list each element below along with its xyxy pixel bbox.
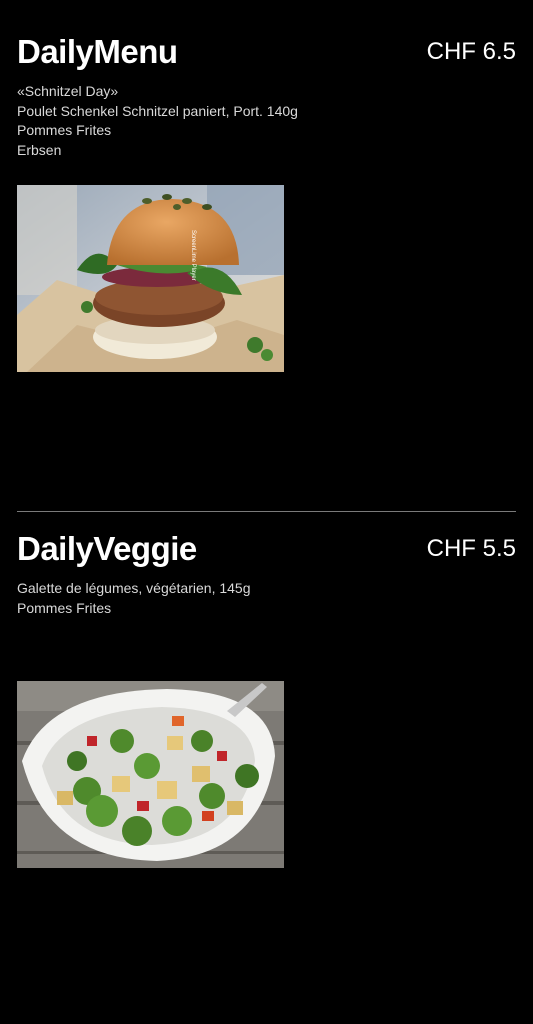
daily-menu-line: Erbsen [17,141,62,158]
daily-menu-header: DailyMenu CHF 6.5 [17,30,516,78]
watermark-text: ScreenLime Player [190,230,196,281]
daily-menu-description: «Schnitzel Day» Poulet Schenkel Schnitze… [17,82,516,160]
daily-menu-title: DailyMenu [17,33,178,70]
digital-menu-board: DailyMenu CHF 6.5 «Schnitzel Day» Poulet… [0,0,533,1024]
daily-menu-price: CHF 6.5 [426,38,516,65]
daily-veggie-price: CHF 5.5 [426,535,516,562]
daily-menu-line: «Schnitzel Day» [17,83,119,99]
vegetable-bowl-photo [17,681,284,868]
burger-photo: ScreenLime Player [17,185,284,372]
daily-menu-section: DailyMenu CHF 6.5 «Schnitzel Day» Poulet… [17,30,516,160]
daily-menu-line: Poulet Schenkel Schnitzel paniert, Port.… [17,102,298,119]
daily-veggie-line: Galette de légumes, végétarien, 145g [17,580,251,596]
daily-veggie-line: Pommes Frites [17,599,112,616]
daily-menu-line: Pommes Frites [17,122,112,138]
daily-veggie-title: DailyVeggie [17,530,197,567]
daily-veggie-section: DailyVeggie CHF 5.5 Galette de légumes, … [17,527,516,618]
daily-veggie-header: DailyVeggie CHF 5.5 [17,527,516,575]
daily-veggie-description: Galette de légumes, végétarien, 145g Pom… [17,579,516,618]
section-divider [17,511,516,512]
